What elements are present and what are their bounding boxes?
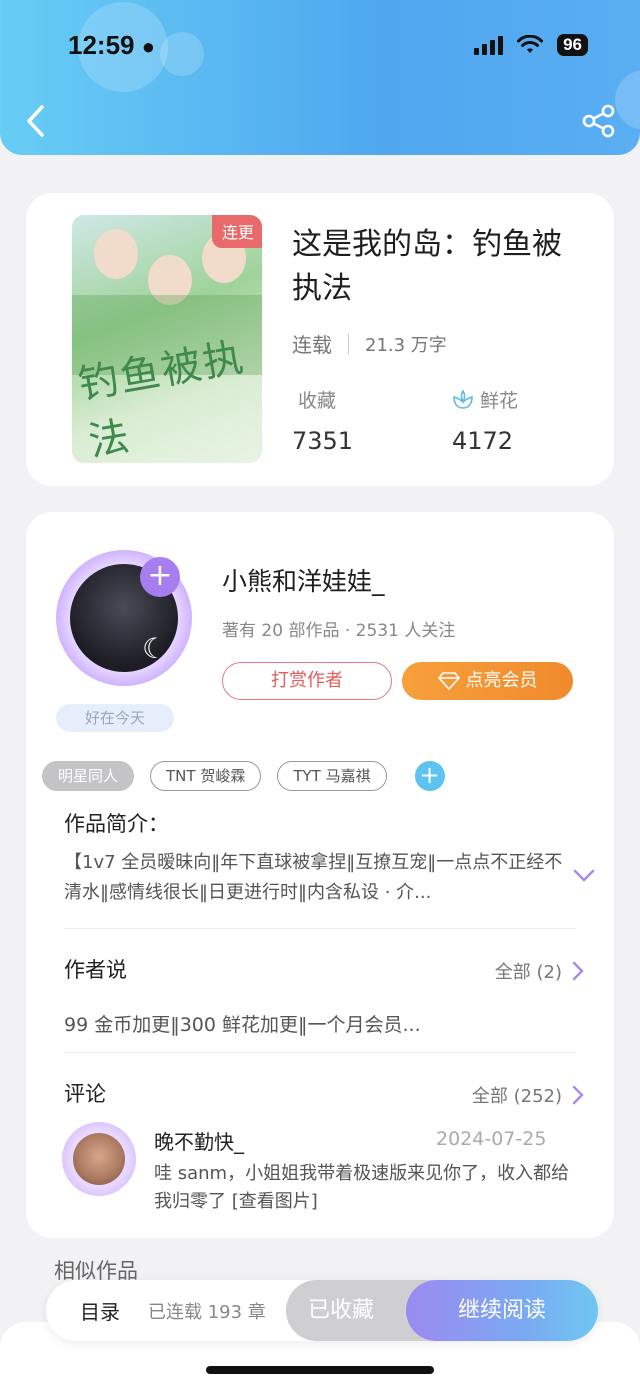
book-status: 连载 [292, 333, 332, 357]
home-indicator[interactable] [206, 1366, 434, 1374]
author-info-card: ☾ + 好在今天 小熊和洋娃娃_ 著有 20 部作品 · 2531 人关注 打赏… [26, 512, 614, 1238]
flower-icon [453, 389, 473, 409]
tag-chip[interactable]: 明星同人 [42, 761, 135, 791]
favorited-label: 已收藏 [307, 1298, 374, 1323]
back-icon[interactable] [22, 103, 50, 139]
cover-figure [94, 229, 138, 279]
tip-author-button[interactable]: 打赏作者 [222, 662, 392, 700]
divider [64, 1052, 576, 1053]
comments-heading: 评论 [64, 1082, 106, 1106]
comments-more-link[interactable]: 全部 (252) [472, 1082, 584, 1108]
flowers-stat[interactable]: 鲜花 4172 [452, 386, 518, 455]
battery-indicator: 96 [557, 34, 588, 56]
bottom-action-bar: 目录 已连载 193 章 已收藏 继续阅读 [46, 1280, 598, 1341]
commenter-name[interactable]: 晚不勤快_ [154, 1126, 244, 1155]
tag-list: 明星同人 TNT 贺峻霖 TYT 马嘉祺 + [42, 761, 445, 791]
comment-text[interactable]: 哇 sanm，小姐姐我带着极速版来见你了，收入都给我归零了 [查看图片] [154, 1160, 574, 1216]
favorites-stat: 收藏 7351 [292, 386, 353, 455]
toc-button[interactable]: 目录 [80, 1296, 120, 1325]
vip-button-label: 点亮会员 [465, 670, 538, 691]
lightbulb-icon: ● [141, 34, 156, 59]
chapter-count[interactable]: 已连载 193 章 [148, 1298, 266, 1324]
serial-tag: 连更 [211, 215, 262, 248]
moon-icon: ☾ [142, 632, 168, 665]
book-cover[interactable]: 连更 钓鱼被执法 [72, 215, 262, 463]
status-time: 12:59 ● [68, 30, 156, 60]
author-name[interactable]: 小熊和洋娃娃_ [222, 562, 385, 598]
chevron-right-icon [572, 1085, 584, 1105]
decor-bubble [160, 32, 204, 76]
intro-text[interactable]: 【1v7 全员暧昧向‖年下直球被拿捏‖互撩互宠‖一点点不正经不清水‖感情线很长‖… [64, 848, 564, 908]
diamond-icon [437, 672, 460, 690]
author-stats: 著有 20 部作品 · 2531 人关注 [222, 621, 456, 641]
comments-more-label: 全部 (252) [471, 1086, 562, 1107]
decor-bubble [615, 70, 640, 130]
tag-chip[interactable]: TYT 马嘉祺 [277, 761, 387, 791]
follow-plus-button[interactable]: + [140, 557, 180, 597]
comment-date: 2024-07-25 [436, 1128, 547, 1150]
tag-chip[interactable]: TNT 贺峻霖 [150, 761, 262, 791]
author-say-more-label: 全部 (2) [494, 962, 562, 983]
header: 12:59 ● 96 [0, 0, 640, 155]
flowers-label: 鲜花 [480, 390, 519, 412]
vip-button[interactable]: 点亮会员 [402, 662, 573, 700]
status-icons: 96 [474, 34, 588, 56]
expand-chevron-icon[interactable] [572, 868, 596, 884]
commenter-avatar[interactable] [62, 1122, 136, 1196]
book-meta: 连载 21.3 万字 [292, 329, 447, 358]
author-say-text[interactable]: 99 金币加更‖300 鲜花加更‖一个月会员... [64, 1010, 421, 1037]
signal-icon [474, 35, 504, 55]
author-say-heading: 作者说 [64, 958, 127, 982]
flowers-count: 4172 [452, 427, 514, 455]
mood-badge: 好在今天 [56, 704, 174, 732]
intro-heading: 作品简介： [64, 812, 169, 836]
share-icon[interactable] [582, 104, 616, 138]
avatar-image [73, 1133, 125, 1185]
book-info-card: 连更 钓鱼被执法 这是我的岛：钓鱼被执法 连载 21.3 万字 收藏 7351 … [26, 193, 614, 486]
book-title: 这是我的岛：钓鱼被执法 [292, 227, 562, 306]
favorites-label: 收藏 [298, 390, 337, 412]
wifi-icon [517, 35, 544, 53]
chevron-right-icon [572, 961, 584, 981]
author-say-more-link[interactable]: 全部 (2) [495, 958, 584, 984]
continue-reading-button[interactable]: 继续阅读 [406, 1280, 598, 1341]
meta-divider [348, 333, 349, 354]
favorites-count: 7351 [292, 427, 354, 455]
add-tag-button[interactable]: + [414, 761, 445, 791]
word-count: 21.3 万字 [365, 334, 447, 356]
divider [64, 928, 576, 929]
